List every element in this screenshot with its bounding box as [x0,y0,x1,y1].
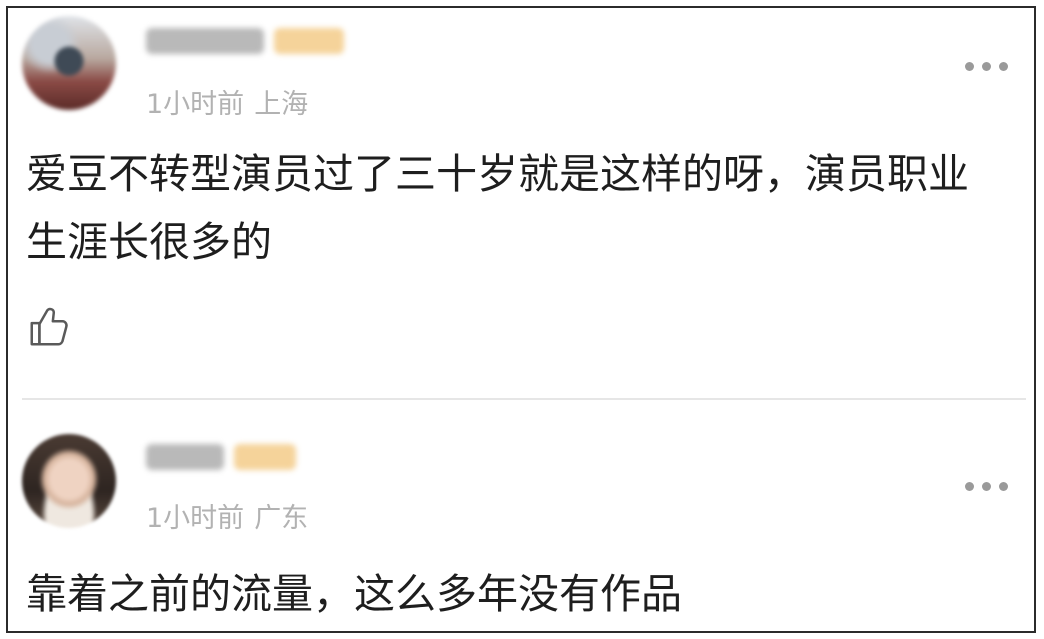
comment-item: 1小时前 上海 爱豆不转型演员过了三十岁就是这样的呀，演员职业生涯长很多的 [8,8,1034,398]
more-dot [982,62,991,71]
more-dot [965,62,974,71]
more-options-icon[interactable] [965,62,1008,71]
more-dot [999,62,1008,71]
comment-time: 1小时前 [146,89,245,120]
comment-text: 靠着之前的流量，这么多年没有作品 [26,570,682,618]
more-options-icon[interactable] [965,482,1008,491]
comment-meta: 1小时前 广东 [146,496,308,535]
comment-item: 1小时前 广东 靠着之前的流量，这么多年没有作品 [8,400,1034,631]
comment-location: 广东 [254,503,309,534]
comment-time: 1小时前 [146,503,245,534]
thumbs-up-icon[interactable] [26,304,72,350]
username-blurred[interactable] [146,26,344,56]
more-dot [999,482,1008,491]
comment-text: 爱豆不转型演员过了三十岁就是这样的呀，演员职业生涯长很多的 [26,150,969,266]
comment-location: 上海 [254,89,309,120]
comment-list: 1小时前 上海 爱豆不转型演员过了三十岁就是这样的呀，演员职业生涯长很多的 1小时… [6,6,1036,633]
more-dot [965,482,974,491]
username-blurred[interactable] [146,442,296,472]
comment-meta: 1小时前 上海 [146,82,308,121]
avatar[interactable] [22,16,116,110]
more-dot [982,482,991,491]
avatar[interactable] [22,434,116,528]
